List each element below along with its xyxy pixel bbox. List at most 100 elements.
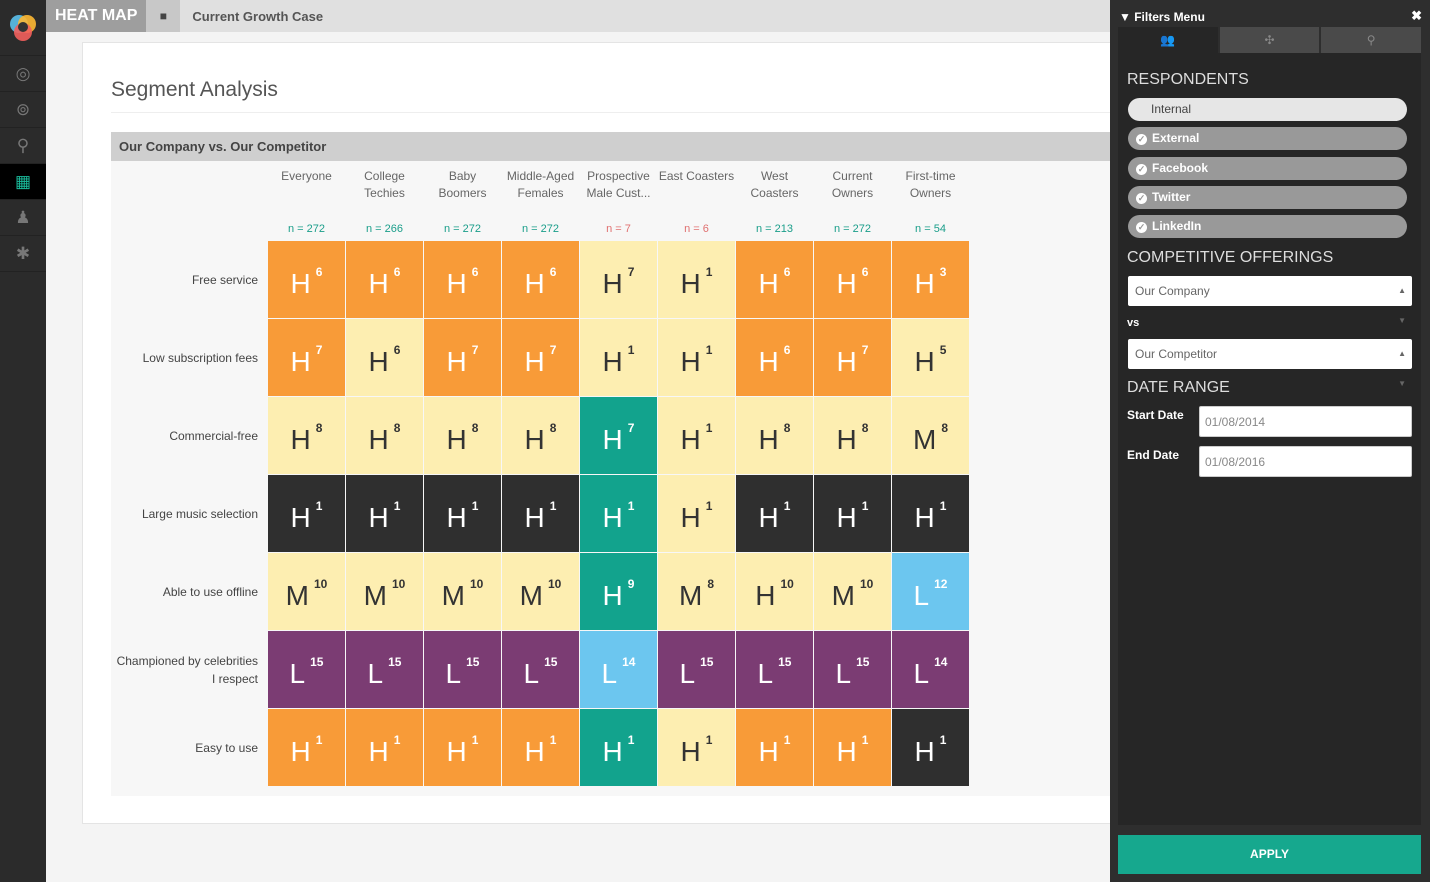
heatmap-cell[interactable]: H1 [502, 709, 579, 786]
heatmap-cell[interactable]: H7 [502, 319, 579, 396]
heatmap-cell[interactable]: M 10 [814, 553, 891, 630]
heatmap-cell[interactable]: H8 [268, 397, 345, 474]
column-header[interactable]: First-time Owners n = 54 [892, 161, 969, 240]
column-header[interactable]: West Coasters n = 213 [736, 161, 813, 240]
heatmap-cell[interactable]: H1 [424, 475, 501, 552]
tab-respondents[interactable]: 👥 [1118, 27, 1218, 53]
heatmap-cell[interactable]: H1 [736, 709, 813, 786]
heatmap-cell[interactable]: H1 [580, 475, 657, 552]
page-title: Segment Analysis [111, 78, 278, 101]
tab-target[interactable]: ✣ [1219, 27, 1320, 53]
heatmap-cell[interactable]: H1 [736, 475, 813, 552]
heatmap-cell[interactable]: M 10 [346, 553, 423, 630]
heatmap-cell[interactable]: H6 [268, 241, 345, 318]
heatmap-cell[interactable]: H1 [268, 709, 345, 786]
heatmap-cell[interactable]: H8 [502, 397, 579, 474]
heatmap-cell[interactable]: H1 [658, 709, 735, 786]
heatmap-cell[interactable]: L 15 [736, 631, 813, 708]
heatmap-cell[interactable]: H1 [502, 475, 579, 552]
heatmap-cell[interactable]: L 12 [892, 553, 969, 630]
column-header[interactable]: East Coasters n = 6 [658, 161, 735, 240]
heatmap-cell[interactable]: L 15 [424, 631, 501, 708]
heatmap-cell[interactable]: H1 [580, 319, 657, 396]
heatmap-cell[interactable]: H8 [346, 397, 423, 474]
heatmap-cell[interactable]: H6 [814, 241, 891, 318]
end-date-input[interactable]: 01/08/2016 [1199, 446, 1412, 477]
heatmap-cell[interactable]: M8 [892, 397, 969, 474]
heatmap-cell[interactable]: M 10 [502, 553, 579, 630]
column-header[interactable]: Prospective Male Cust... n = 7 [580, 161, 657, 240]
heatmap-cell[interactable]: H1 [346, 709, 423, 786]
heatmap-cell[interactable]: H1 [658, 397, 735, 474]
heatmap-cell[interactable]: H6 [502, 241, 579, 318]
heatmap-cell[interactable]: H6 [424, 241, 501, 318]
heatmap-cell[interactable]: H7 [580, 241, 657, 318]
heatmap-cell[interactable]: H7 [580, 397, 657, 474]
cell-rating: H [755, 579, 776, 611]
heatmap-cell[interactable]: L 14 [892, 631, 969, 708]
apply-button[interactable]: APPLY [1118, 835, 1421, 874]
app-logo[interactable] [0, 0, 46, 56]
heatmap-cell[interactable]: L 15 [658, 631, 735, 708]
start-date-input[interactable]: 01/08/2014 [1199, 406, 1412, 437]
heatmap-cell[interactable]: H9 [580, 553, 657, 630]
heatmap-cell[interactable]: H8 [736, 397, 813, 474]
close-icon[interactable]: ✖ [1411, 8, 1422, 24]
heatmap-cell[interactable]: H6 [736, 241, 813, 318]
respondent-toggle[interactable]: Internal [1128, 98, 1407, 121]
heatmap-cell[interactable]: L 15 [502, 631, 579, 708]
heatmap-cell[interactable]: H1 [346, 475, 423, 552]
case-title[interactable]: Current Growth Case [192, 9, 323, 24]
heatmap-cell[interactable]: H1 [658, 241, 735, 318]
heatmap-cell[interactable]: H7 [424, 319, 501, 396]
tab-location[interactable]: ⚲ [1321, 27, 1422, 53]
cell-rank: 8 [471, 420, 479, 435]
column-header[interactable]: Current Owners n = 272 [814, 161, 891, 240]
heatmap-cell[interactable]: H1 [814, 709, 891, 786]
briefcase-icon[interactable]: ■ [146, 0, 181, 32]
offering-a-select[interactable]: Our Company ▲ ▼ [1128, 276, 1412, 325]
heatmap-cell[interactable]: H1 [658, 319, 735, 396]
heatmap-cell[interactable]: H6 [736, 319, 813, 396]
heatmap-cell[interactable]: L 15 [814, 631, 891, 708]
column-header[interactable]: Baby Boomers n = 272 [424, 161, 501, 240]
heatmap-cell[interactable]: H7 [268, 319, 345, 396]
heatmap-cell[interactable]: L 14 [580, 631, 657, 708]
location-icon[interactable]: ⚲ [0, 128, 46, 164]
heatmap-cell[interactable]: H1 [892, 709, 969, 786]
heatmap-cell[interactable]: H1 [658, 475, 735, 552]
heatmap-cell[interactable]: H8 [424, 397, 501, 474]
respondent-toggle[interactable]: ✓ Twitter [1128, 185, 1407, 209]
broadcast-icon[interactable]: ⊚ [0, 92, 46, 128]
heatmap-cell[interactable]: H6 [346, 319, 423, 396]
heatmap-cell[interactable]: H1 [580, 709, 657, 786]
users-icon[interactable]: ♟ [0, 200, 46, 236]
compass-icon[interactable]: ◎ [0, 56, 46, 92]
heatmap-cell[interactable]: M 10 [424, 553, 501, 630]
respondent-toggle[interactable]: ✓ External [1128, 127, 1407, 151]
column-header[interactable]: College Techies n = 266 [346, 161, 423, 240]
cell-rank: 3 [939, 264, 947, 279]
respondent-toggle[interactable]: ✓ Facebook [1128, 156, 1407, 180]
respondent-toggle[interactable]: ✓ LinkedIn [1128, 215, 1407, 239]
heatmap-cell[interactable]: L 15 [268, 631, 345, 708]
heatmap-cell[interactable]: H6 [346, 241, 423, 318]
column-header[interactable]: Middle-Aged Females n = 272 [502, 161, 579, 240]
heatmap-cell[interactable]: H1 [268, 475, 345, 552]
heatmap-cell[interactable]: H1 [892, 475, 969, 552]
heatmap-cell[interactable]: H1 [814, 475, 891, 552]
heatmap-cell[interactable]: M 10 [268, 553, 345, 630]
heatmap-cell[interactable]: H 10 [736, 553, 813, 630]
heatmap-cell[interactable]: H8 [814, 397, 891, 474]
heatmap-cell[interactable]: H5 [892, 319, 969, 396]
heatmap-cell[interactable]: H3 [892, 241, 969, 318]
column-header[interactable]: Everyone n = 272 [268, 161, 345, 240]
heatmap-cell[interactable]: L 15 [346, 631, 423, 708]
grid-icon[interactable]: ▦ [0, 164, 46, 200]
heatmap-cell[interactable]: M8 [658, 553, 735, 630]
heatmap-cell[interactable]: H1 [424, 709, 501, 786]
heatmap-cell[interactable]: H7 [814, 319, 891, 396]
filters-title: ▼ Filters Menu [1119, 10, 1205, 24]
offering-b-select[interactable]: Our Competitor ▲ ▼ [1128, 339, 1412, 388]
bug-icon[interactable]: ✱ [0, 236, 46, 272]
